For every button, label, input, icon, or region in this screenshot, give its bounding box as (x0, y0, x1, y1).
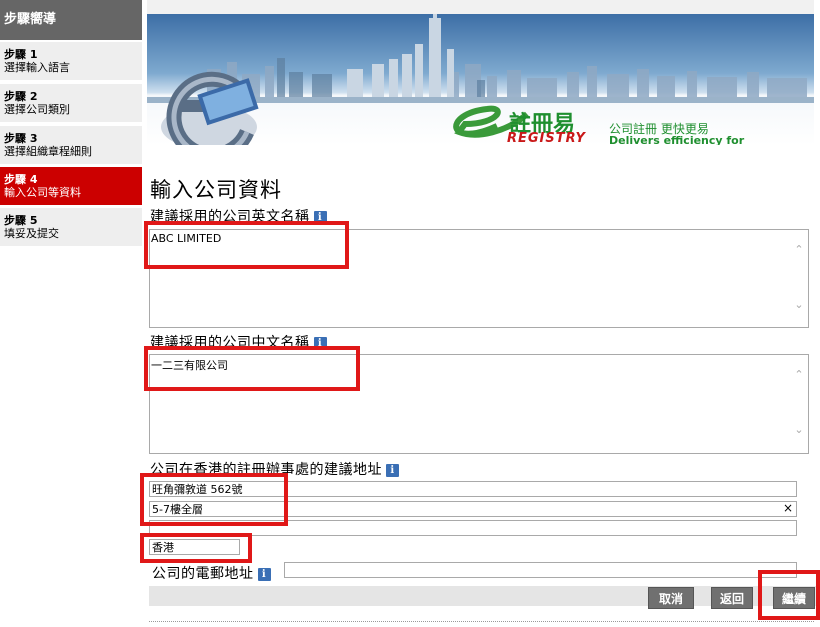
scroll-up-icon[interactable]: ⌃ (791, 368, 807, 381)
step-number: 步驟 4 (4, 173, 38, 186)
tagline-en: Delivers efficiency for companies (609, 134, 745, 145)
scroll-down-icon[interactable]: ⌄ (791, 423, 807, 436)
header-banner: 註冊易 REGISTRY 公司註冊 更快更易 Delivers efficien… (147, 14, 814, 145)
step-label: 選擇輸入語言 (4, 61, 70, 74)
email-label-text: 公司的電郵地址 (152, 566, 254, 582)
divider (149, 621, 814, 622)
sidebar-step-2[interactable]: 步驟 2 選擇公司類別 (0, 84, 142, 124)
sidebar-step-1[interactable]: 步驟 1 選擇輸入語言 (0, 42, 142, 82)
highlight-box (140, 533, 252, 563)
highlight-box (140, 473, 288, 526)
scroll-up-icon[interactable]: ⌃ (791, 243, 807, 256)
cancel-button[interactable]: 取消 (648, 587, 694, 609)
highlight-box (758, 570, 820, 620)
sidebar-title: 步驟嚮導 (0, 0, 142, 40)
logo-text-en: REGISTRY (507, 131, 586, 145)
scroll-down-icon[interactable]: ⌄ (791, 298, 807, 311)
step-label: 選擇公司類別 (4, 103, 70, 116)
email-input[interactable] (284, 562, 797, 578)
step-label: 選擇組織章程細則 (4, 145, 92, 158)
info-icon[interactable]: i (257, 567, 271, 581)
step-number: 步驟 1 (4, 48, 38, 61)
clear-icon[interactable]: × (783, 501, 793, 515)
page-title: 輸入公司資料 (150, 178, 282, 202)
top-strip (147, 0, 814, 14)
step-number: 步驟 5 (4, 214, 38, 227)
skyline-graphic (147, 14, 814, 145)
info-icon[interactable]: i (386, 463, 399, 477)
step-number: 步驟 3 (4, 132, 38, 145)
step-number: 步驟 2 (4, 90, 38, 103)
highlight-box (144, 221, 349, 269)
back-button[interactable]: 返回 (711, 587, 753, 609)
sidebar-step-5[interactable]: 步驟 5 填妥及提交 (0, 208, 142, 248)
step-label: 填妥及提交 (4, 227, 59, 240)
sidebar-step-3[interactable]: 步驟 3 選擇組織章程細則 (0, 126, 142, 166)
sidebar-step-4[interactable]: 步驟 4 輸入公司等資料 (0, 167, 142, 207)
step-label: 輸入公司等資料 (4, 186, 81, 199)
email-label: 公司的電郵地址 i (152, 563, 271, 583)
highlight-box (144, 346, 360, 391)
